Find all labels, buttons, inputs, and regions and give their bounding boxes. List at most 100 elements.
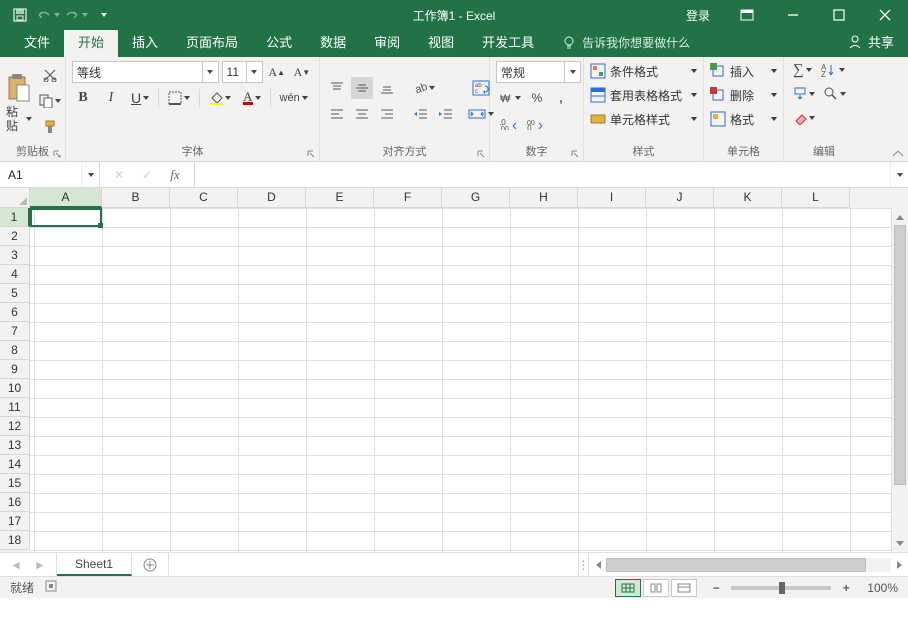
zoom-level[interactable]: 100% bbox=[867, 581, 898, 595]
orientation-button[interactable]: ab bbox=[410, 77, 438, 99]
page-layout-view-button[interactable] bbox=[643, 579, 669, 597]
italic-button[interactable]: I bbox=[100, 87, 122, 109]
tell-me-search[interactable]: 告诉我你想要做什么 bbox=[548, 28, 704, 57]
paste-button[interactable]: 粘贴 bbox=[6, 69, 32, 133]
minimize-button[interactable] bbox=[770, 0, 816, 30]
insert-function-button[interactable]: fx bbox=[164, 164, 186, 186]
zoom-in-button[interactable]: + bbox=[839, 581, 853, 595]
scroll-up-button[interactable] bbox=[892, 208, 908, 225]
row-header[interactable]: 16 bbox=[0, 493, 30, 512]
column-header[interactable]: H bbox=[510, 188, 578, 208]
fill-button[interactable] bbox=[790, 83, 818, 105]
macro-record-button[interactable] bbox=[44, 579, 58, 596]
autosum-button[interactable]: ∑ bbox=[790, 59, 815, 81]
bold-button[interactable]: B bbox=[72, 87, 94, 109]
row-header[interactable]: 7 bbox=[0, 322, 30, 341]
clear-button[interactable] bbox=[790, 107, 818, 129]
login-button[interactable]: 登录 bbox=[672, 7, 724, 24]
column-header[interactable]: D bbox=[238, 188, 306, 208]
alignment-launcher[interactable] bbox=[475, 148, 487, 160]
insert-cells-button[interactable]: 插入 bbox=[710, 59, 777, 83]
align-right-button[interactable] bbox=[376, 103, 398, 125]
align-top-button[interactable] bbox=[326, 77, 348, 99]
tab-formulas[interactable]: 公式 bbox=[252, 26, 306, 57]
ribbon-display-options[interactable] bbox=[724, 0, 770, 30]
zoom-slider[interactable] bbox=[731, 586, 831, 590]
qat-customize-button[interactable] bbox=[90, 0, 118, 30]
decrease-decimal-button[interactable]: .00.0 bbox=[522, 113, 546, 135]
new-sheet-button[interactable] bbox=[132, 553, 168, 576]
align-middle-button[interactable] bbox=[351, 77, 373, 99]
select-all-button[interactable] bbox=[0, 188, 30, 208]
find-select-button[interactable] bbox=[821, 83, 849, 105]
normal-view-button[interactable] bbox=[615, 579, 641, 597]
cell-styles-button[interactable]: 单元格样式 bbox=[590, 107, 697, 131]
table-format-button[interactable]: 套用表格格式 bbox=[590, 83, 697, 107]
vscroll-thumb[interactable] bbox=[894, 225, 906, 485]
font-color-button[interactable]: A bbox=[240, 87, 263, 109]
row-header[interactable]: 12 bbox=[0, 417, 30, 436]
close-button[interactable] bbox=[862, 0, 908, 30]
increase-decimal-button[interactable]: .0.00 bbox=[496, 113, 520, 135]
prev-sheet-button[interactable]: ◄ bbox=[4, 553, 28, 577]
font-size-combo[interactable]: 11 bbox=[222, 61, 263, 83]
row-header[interactable]: 10 bbox=[0, 379, 30, 398]
column-header[interactable]: A bbox=[30, 188, 102, 208]
enter-formula-button[interactable]: ✓ bbox=[136, 164, 158, 186]
tab-insert[interactable]: 插入 bbox=[118, 26, 172, 57]
formula-input[interactable] bbox=[195, 162, 890, 187]
increase-font-button[interactable]: A▲ bbox=[266, 61, 288, 83]
percent-button[interactable]: % bbox=[526, 87, 548, 109]
column-header[interactable]: F bbox=[374, 188, 442, 208]
next-sheet-button[interactable]: ► bbox=[28, 553, 52, 577]
underline-button[interactable]: U bbox=[128, 87, 152, 109]
format-cells-button[interactable]: 格式 bbox=[710, 107, 777, 131]
cut-button[interactable] bbox=[36, 64, 64, 86]
vertical-scrollbar[interactable] bbox=[891, 208, 908, 552]
name-box[interactable]: A1 bbox=[0, 162, 100, 187]
save-button[interactable] bbox=[6, 0, 34, 30]
row-header[interactable]: 5 bbox=[0, 284, 30, 303]
increase-indent-button[interactable] bbox=[435, 103, 457, 125]
column-header[interactable]: I bbox=[578, 188, 646, 208]
zoom-out-button[interactable]: − bbox=[709, 581, 723, 595]
comma-button[interactable]: , bbox=[550, 87, 572, 109]
copy-button[interactable] bbox=[36, 90, 64, 112]
number-format-combo[interactable]: 常规 bbox=[496, 61, 581, 83]
page-break-view-button[interactable] bbox=[671, 579, 697, 597]
tab-data[interactable]: 数据 bbox=[306, 26, 360, 57]
row-header[interactable]: 18 bbox=[0, 531, 30, 550]
accounting-format-button[interactable]: ₩ bbox=[496, 87, 524, 109]
column-header[interactable]: L bbox=[782, 188, 850, 208]
row-header[interactable]: 11 bbox=[0, 398, 30, 417]
decrease-font-button[interactable]: A▼ bbox=[291, 61, 313, 83]
row-header[interactable]: 1 bbox=[0, 208, 30, 227]
active-cell[interactable] bbox=[30, 208, 102, 227]
align-bottom-button[interactable] bbox=[376, 77, 398, 99]
decrease-indent-button[interactable] bbox=[410, 103, 432, 125]
expand-formula-bar-button[interactable] bbox=[890, 162, 908, 187]
tab-home[interactable]: 开始 bbox=[64, 26, 118, 57]
fill-color-button[interactable] bbox=[206, 87, 234, 109]
row-header[interactable]: 6 bbox=[0, 303, 30, 322]
border-button[interactable] bbox=[165, 87, 193, 109]
cancel-formula-button[interactable]: ✕ bbox=[108, 164, 130, 186]
sort-filter-button[interactable]: AZ bbox=[818, 59, 848, 81]
number-launcher[interactable] bbox=[569, 148, 581, 160]
delete-cells-button[interactable]: 删除 bbox=[710, 83, 777, 107]
tab-developer[interactable]: 开发工具 bbox=[468, 26, 548, 57]
row-header[interactable]: 17 bbox=[0, 512, 30, 531]
row-header[interactable]: 8 bbox=[0, 341, 30, 360]
phonetic-button[interactable]: wén bbox=[277, 87, 311, 109]
conditional-format-button[interactable]: 条件格式 bbox=[590, 59, 697, 83]
column-header[interactable]: E bbox=[306, 188, 374, 208]
column-header[interactable]: J bbox=[646, 188, 714, 208]
clipboard-launcher[interactable] bbox=[51, 148, 63, 160]
scroll-left-button[interactable] bbox=[589, 556, 606, 573]
column-header[interactable]: G bbox=[442, 188, 510, 208]
tab-split-handle[interactable]: ⋮ bbox=[578, 553, 588, 576]
row-header[interactable]: 14 bbox=[0, 455, 30, 474]
align-left-button[interactable] bbox=[326, 103, 348, 125]
redo-button[interactable] bbox=[62, 0, 90, 30]
format-painter-button[interactable] bbox=[36, 116, 64, 138]
